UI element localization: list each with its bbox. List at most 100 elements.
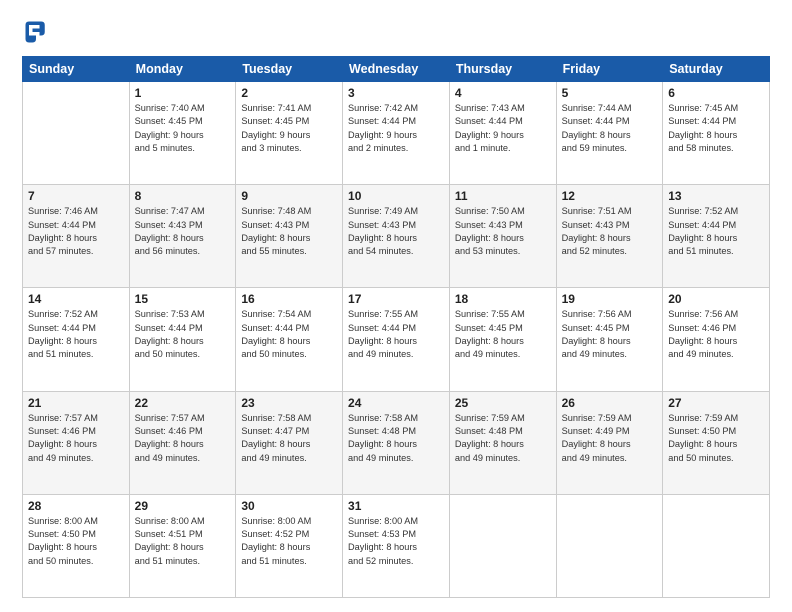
day-info: Sunrise: 7:57 AM Sunset: 4:46 PM Dayligh… [135,412,231,465]
calendar-cell: 2 Sunrise: 7:41 AM Sunset: 4:45 PM Daylig… [236,82,343,185]
calendar-week: 14 Sunrise: 7:52 AM Sunset: 4:44 PM Dayli… [23,288,770,391]
calendar-cell: 16 Sunrise: 7:54 AM Sunset: 4:44 PM Dayli… [236,288,343,391]
calendar-cell: 7Sunrise: 7:46 AM Sunset: 4:44 PM Daylig… [23,185,130,288]
day-number: 5 [562,86,658,100]
day-info: Sunrise: 7:54 AM Sunset: 4:44 PM Dayligh… [241,308,337,361]
calendar-header: SundayMondayTuesdayWednesdayThursdayFrid… [23,57,770,82]
day-info: Sunrise: 7:41 AM Sunset: 4:45 PM Dayligh… [241,102,337,155]
calendar-cell: 26 Sunrise: 7:59 AM Sunset: 4:49 PM Dayli… [556,391,663,494]
day-number: 1 [135,86,231,100]
day-number: 30 [241,499,337,513]
day-info: Sunrise: 7:47 AM Sunset: 4:43 PM Dayligh… [135,205,231,258]
day-number: 27 [668,396,764,410]
day-number: 7 [28,189,124,203]
day-info: Sunrise: 7:42 AM Sunset: 4:44 PM Dayligh… [348,102,444,155]
weekday-header: Thursday [449,57,556,82]
day-info: Sunrise: 7:52 AM Sunset: 4:44 PM Dayligh… [668,205,764,258]
day-number: 16 [241,292,337,306]
calendar-cell: 1Sunrise: 7:40 AM Sunset: 4:45 PM Daylig… [129,82,236,185]
day-number: 3 [348,86,444,100]
day-number: 24 [348,396,444,410]
weekday-row: SundayMondayTuesdayWednesdayThursdayFrid… [23,57,770,82]
weekday-header: Friday [556,57,663,82]
day-number: 25 [455,396,551,410]
calendar-cell: 4 Sunrise: 7:43 AM Sunset: 4:44 PM Daylig… [449,82,556,185]
calendar-table: SundayMondayTuesdayWednesdayThursdayFrid… [22,56,770,598]
header [22,18,770,46]
page: SundayMondayTuesdayWednesdayThursdayFrid… [0,0,792,612]
calendar-cell [663,494,770,597]
calendar-cell: 22Sunrise: 7:57 AM Sunset: 4:46 PM Dayli… [129,391,236,494]
day-number: 17 [348,292,444,306]
day-info: Sunrise: 8:00 AM Sunset: 4:50 PM Dayligh… [28,515,124,568]
day-info: Sunrise: 7:53 AM Sunset: 4:44 PM Dayligh… [135,308,231,361]
weekday-header: Tuesday [236,57,343,82]
day-info: Sunrise: 7:52 AM Sunset: 4:44 PM Dayligh… [28,308,124,361]
calendar-cell: 17 Sunrise: 7:55 AM Sunset: 4:44 PM Dayli… [343,288,450,391]
calendar-cell: 6Sunrise: 7:45 AM Sunset: 4:44 PM Daylig… [663,82,770,185]
day-number: 2 [241,86,337,100]
day-info: Sunrise: 7:57 AM Sunset: 4:46 PM Dayligh… [28,412,124,465]
calendar-cell: 28Sunrise: 8:00 AM Sunset: 4:50 PM Dayli… [23,494,130,597]
day-info: Sunrise: 7:59 AM Sunset: 4:49 PM Dayligh… [562,412,658,465]
calendar-cell: 30 Sunrise: 8:00 AM Sunset: 4:52 PM Dayli… [236,494,343,597]
calendar-week: 21 Sunrise: 7:57 AM Sunset: 4:46 PM Dayli… [23,391,770,494]
day-info: Sunrise: 8:00 AM Sunset: 4:53 PM Dayligh… [348,515,444,568]
day-info: Sunrise: 8:00 AM Sunset: 4:51 PM Dayligh… [135,515,231,568]
day-info: Sunrise: 7:55 AM Sunset: 4:44 PM Dayligh… [348,308,444,361]
calendar-cell: 25 Sunrise: 7:59 AM Sunset: 4:48 PM Dayli… [449,391,556,494]
day-number: 8 [135,189,231,203]
calendar-cell: 8 Sunrise: 7:47 AM Sunset: 4:43 PM Daylig… [129,185,236,288]
day-number: 15 [135,292,231,306]
day-info: Sunrise: 8:00 AM Sunset: 4:52 PM Dayligh… [241,515,337,568]
day-info: Sunrise: 7:43 AM Sunset: 4:44 PM Dayligh… [455,102,551,155]
weekday-header: Sunday [23,57,130,82]
day-number: 9 [241,189,337,203]
day-info: Sunrise: 7:56 AM Sunset: 4:45 PM Dayligh… [562,308,658,361]
day-info: Sunrise: 7:48 AM Sunset: 4:43 PM Dayligh… [241,205,337,258]
day-number: 11 [455,189,551,203]
calendar-week: 1Sunrise: 7:40 AM Sunset: 4:45 PM Daylig… [23,82,770,185]
day-number: 21 [28,396,124,410]
calendar-cell: 10Sunrise: 7:49 AM Sunset: 4:43 PM Dayli… [343,185,450,288]
logo-icon [22,18,50,46]
calendar-cell: 29Sunrise: 8:00 AM Sunset: 4:51 PM Dayli… [129,494,236,597]
calendar-cell: 11 Sunrise: 7:50 AM Sunset: 4:43 PM Dayli… [449,185,556,288]
calendar-cell: 21 Sunrise: 7:57 AM Sunset: 4:46 PM Dayli… [23,391,130,494]
calendar-body: 1Sunrise: 7:40 AM Sunset: 4:45 PM Daylig… [23,82,770,598]
day-info: Sunrise: 7:50 AM Sunset: 4:43 PM Dayligh… [455,205,551,258]
day-info: Sunrise: 7:55 AM Sunset: 4:45 PM Dayligh… [455,308,551,361]
day-number: 10 [348,189,444,203]
day-number: 23 [241,396,337,410]
day-number: 26 [562,396,658,410]
day-info: Sunrise: 7:58 AM Sunset: 4:47 PM Dayligh… [241,412,337,465]
calendar-cell: 12Sunrise: 7:51 AM Sunset: 4:43 PM Dayli… [556,185,663,288]
day-number: 20 [668,292,764,306]
day-number: 13 [668,189,764,203]
calendar-cell: 3 Sunrise: 7:42 AM Sunset: 4:44 PM Daylig… [343,82,450,185]
day-number: 14 [28,292,124,306]
calendar-cell: 24Sunrise: 7:58 AM Sunset: 4:48 PM Dayli… [343,391,450,494]
calendar-cell: 13 Sunrise: 7:52 AM Sunset: 4:44 PM Dayli… [663,185,770,288]
calendar-cell: 19 Sunrise: 7:56 AM Sunset: 4:45 PM Dayli… [556,288,663,391]
calendar-week: 28Sunrise: 8:00 AM Sunset: 4:50 PM Dayli… [23,494,770,597]
calendar-cell [23,82,130,185]
calendar-cell: 5 Sunrise: 7:44 AM Sunset: 4:44 PM Daylig… [556,82,663,185]
day-number: 19 [562,292,658,306]
day-number: 31 [348,499,444,513]
calendar-cell: 27 Sunrise: 7:59 AM Sunset: 4:50 PM Dayli… [663,391,770,494]
day-info: Sunrise: 7:59 AM Sunset: 4:48 PM Dayligh… [455,412,551,465]
calendar-cell: 18Sunrise: 7:55 AM Sunset: 4:45 PM Dayli… [449,288,556,391]
calendar-cell [449,494,556,597]
logo [22,18,54,46]
day-info: Sunrise: 7:51 AM Sunset: 4:43 PM Dayligh… [562,205,658,258]
day-info: Sunrise: 7:59 AM Sunset: 4:50 PM Dayligh… [668,412,764,465]
weekday-header: Monday [129,57,236,82]
day-number: 4 [455,86,551,100]
weekday-header: Wednesday [343,57,450,82]
calendar-cell: 9 Sunrise: 7:48 AM Sunset: 4:43 PM Daylig… [236,185,343,288]
calendar-cell: 20Sunrise: 7:56 AM Sunset: 4:46 PM Dayli… [663,288,770,391]
calendar-cell: 31 Sunrise: 8:00 AM Sunset: 4:53 PM Dayli… [343,494,450,597]
day-info: Sunrise: 7:44 AM Sunset: 4:44 PM Dayligh… [562,102,658,155]
day-info: Sunrise: 7:45 AM Sunset: 4:44 PM Dayligh… [668,102,764,155]
